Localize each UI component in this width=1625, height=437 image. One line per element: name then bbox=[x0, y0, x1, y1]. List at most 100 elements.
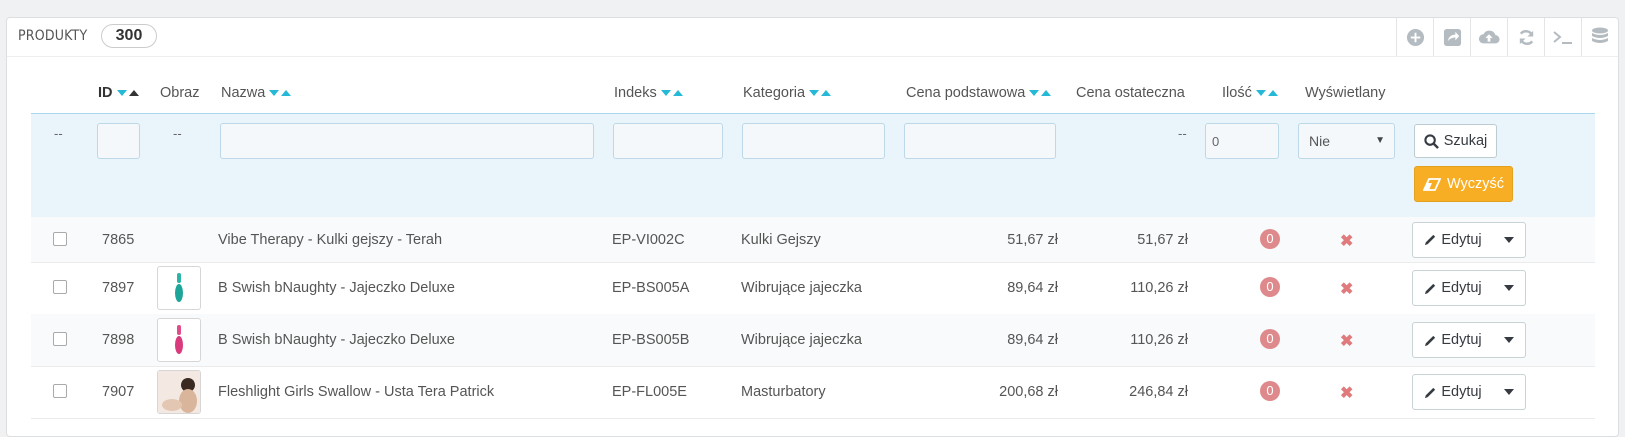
add-icon[interactable] bbox=[1396, 18, 1433, 56]
row-final-price: 51,67 zł bbox=[1137, 231, 1188, 248]
panel-header: PRODUKTY 300 bbox=[7, 18, 1618, 57]
edit-button-label: Edytuj bbox=[1441, 384, 1482, 400]
row-index: EP-VI002C bbox=[612, 231, 685, 248]
row-id: 7898 bbox=[102, 332, 135, 348]
filter-displayed-select[interactable]: Nie ▼ bbox=[1298, 123, 1395, 159]
qty-badge: 0 bbox=[1260, 381, 1280, 401]
pencil-icon bbox=[1425, 283, 1436, 294]
row-name[interactable]: B Swish bNaughty - Jajeczko Deluxe bbox=[218, 280, 455, 296]
pencil-icon bbox=[1425, 387, 1436, 398]
disabled-x-icon[interactable]: ✖ bbox=[1340, 279, 1353, 299]
column-header-category[interactable]: Kategoria bbox=[743, 85, 832, 101]
edit-button-label: Edytuj bbox=[1441, 280, 1482, 296]
row-final-price: 110,26 zł bbox=[1130, 332, 1188, 348]
row-name[interactable]: Vibe Therapy - Kulki gejszy - Terah bbox=[218, 232, 442, 248]
row-id: 7907 bbox=[102, 384, 135, 400]
sort-icon[interactable] bbox=[809, 85, 832, 101]
filter-base-price-input[interactable] bbox=[904, 123, 1056, 159]
filter-index-input[interactable] bbox=[613, 123, 723, 159]
caret-down-icon bbox=[1504, 389, 1514, 395]
filter-placeholder: -- bbox=[54, 126, 63, 141]
edit-button-group: Edytuj bbox=[1412, 221, 1526, 258]
eraser-icon bbox=[1422, 177, 1441, 191]
row-index: EP-FL005E bbox=[612, 384, 687, 400]
product-thumbnail bbox=[157, 370, 201, 414]
row-checkbox[interactable] bbox=[53, 231, 67, 246]
edit-button[interactable]: Edytuj bbox=[1413, 323, 1493, 357]
pencil-icon bbox=[1425, 234, 1436, 246]
row-category: Kulki Gejszy bbox=[741, 231, 821, 248]
filter-placeholder: -- bbox=[1178, 126, 1187, 141]
clear-button-label: Wyczyść bbox=[1446, 176, 1505, 192]
column-header-image: Obraz bbox=[160, 85, 200, 101]
qty-badge: 0 bbox=[1260, 228, 1280, 249]
column-header-qty[interactable]: Ilość bbox=[1222, 85, 1278, 101]
row-checkbox[interactable] bbox=[53, 280, 67, 294]
row-id: 7865 bbox=[102, 231, 135, 248]
edit-button-group: Edytuj bbox=[1412, 322, 1526, 358]
sort-icon[interactable] bbox=[660, 85, 683, 101]
edit-button[interactable]: Edytuj bbox=[1413, 375, 1493, 409]
sort-icon[interactable] bbox=[1255, 85, 1278, 101]
column-header-index[interactable]: Indeks bbox=[614, 85, 683, 101]
search-button[interactable]: Szukaj bbox=[1414, 124, 1497, 158]
row-index: EP-BS005B bbox=[612, 332, 690, 348]
edit-button[interactable]: Edytuj bbox=[1413, 271, 1493, 305]
export-icon[interactable] bbox=[1433, 18, 1470, 56]
caret-down-icon bbox=[1504, 285, 1514, 291]
panel-toolbar bbox=[1396, 18, 1618, 56]
edit-button-label: Edytuj bbox=[1441, 231, 1482, 248]
qty-badge: 0 bbox=[1260, 277, 1280, 297]
chevron-down-icon: ▼ bbox=[1375, 135, 1385, 146]
edit-button-group: Edytuj bbox=[1412, 374, 1526, 410]
caret-down-icon bbox=[1504, 337, 1514, 343]
filter-name-input[interactable] bbox=[220, 123, 594, 159]
panel-title: PRODUKTY bbox=[18, 28, 88, 44]
edit-button[interactable]: Edytuj bbox=[1413, 223, 1493, 257]
edit-dropdown-toggle[interactable] bbox=[1493, 271, 1525, 305]
disabled-x-icon[interactable]: ✖ bbox=[1340, 231, 1353, 251]
product-thumbnail bbox=[157, 266, 201, 310]
product-count-badge: 300 bbox=[101, 24, 157, 48]
column-header-name[interactable]: Nazwa bbox=[221, 85, 292, 101]
search-button-label: Szukaj bbox=[1443, 133, 1488, 149]
caret-down-icon bbox=[1504, 236, 1514, 243]
edit-button-label: Edytuj bbox=[1441, 332, 1482, 348]
qty-badge: 0 bbox=[1260, 329, 1280, 349]
column-header-base-price[interactable]: Cena podstawowa bbox=[906, 85, 1052, 101]
row-name[interactable]: B Swish bNaughty - Jajeczko Deluxe bbox=[218, 332, 455, 348]
sort-icon[interactable] bbox=[1029, 85, 1052, 101]
filter-displayed-value: Nie bbox=[1309, 133, 1331, 149]
disabled-x-icon[interactable]: ✖ bbox=[1340, 383, 1353, 403]
column-header-final-price: Cena ostateczna bbox=[1076, 85, 1185, 101]
database-icon[interactable] bbox=[1581, 18, 1618, 56]
row-category: Wibrujące jajeczka bbox=[741, 280, 862, 296]
product-thumbnail bbox=[157, 318, 201, 362]
upload-icon[interactable] bbox=[1470, 18, 1507, 56]
edit-dropdown-toggle[interactable] bbox=[1493, 375, 1525, 409]
row-category: Masturbatory bbox=[741, 384, 826, 400]
row-checkbox[interactable] bbox=[53, 332, 67, 346]
edit-dropdown-toggle[interactable] bbox=[1493, 223, 1525, 257]
disabled-x-icon[interactable]: ✖ bbox=[1340, 331, 1353, 351]
refresh-icon[interactable] bbox=[1507, 18, 1544, 56]
row-name[interactable]: Fleshlight Girls Swallow - Usta Tera Pat… bbox=[218, 384, 494, 400]
filter-qty-input[interactable] bbox=[1205, 123, 1279, 159]
row-final-price: 246,84 zł bbox=[1129, 384, 1188, 400]
edit-button-group: Edytuj bbox=[1412, 270, 1526, 306]
sort-icon[interactable] bbox=[269, 85, 292, 101]
column-header-displayed: Wyświetlany bbox=[1305, 85, 1386, 101]
filter-category-input[interactable] bbox=[742, 123, 885, 159]
row-index: EP-BS005A bbox=[612, 280, 690, 296]
terminal-icon[interactable] bbox=[1544, 18, 1581, 56]
row-checkbox[interactable] bbox=[53, 384, 67, 398]
search-icon bbox=[1424, 133, 1439, 149]
column-header-id[interactable]: ID bbox=[98, 85, 139, 101]
sort-icon[interactable] bbox=[116, 85, 139, 101]
pencil-icon bbox=[1425, 335, 1436, 346]
row-category: Wibrujące jajeczka bbox=[741, 332, 862, 348]
clear-filters-button[interactable]: Wyczyść bbox=[1414, 166, 1513, 202]
edit-dropdown-toggle[interactable] bbox=[1493, 323, 1525, 357]
filter-id-input[interactable] bbox=[97, 123, 140, 159]
row-id: 7897 bbox=[102, 280, 135, 296]
